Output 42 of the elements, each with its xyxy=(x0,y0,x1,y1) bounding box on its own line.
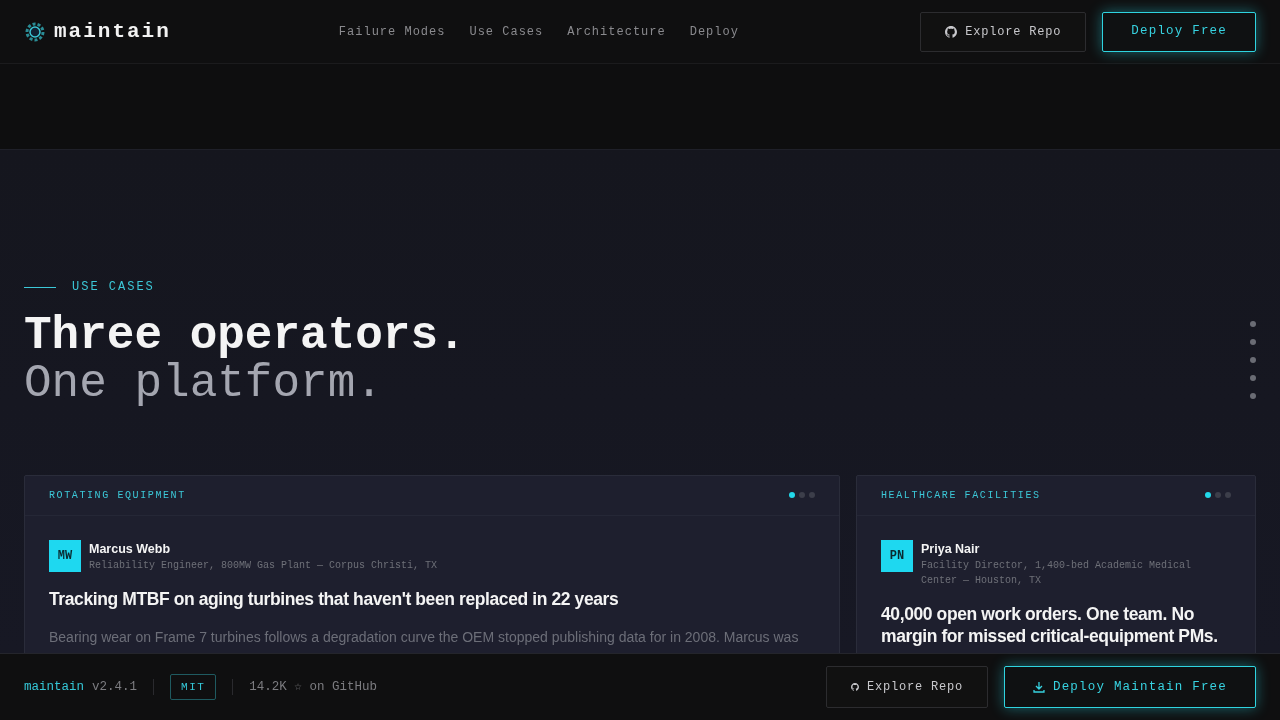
nav-link[interactable]: Use Cases xyxy=(469,22,544,41)
card-category: ROTATING EQUIPMENT xyxy=(49,488,186,503)
nav-dot[interactable] xyxy=(1250,339,1256,345)
nav-dot[interactable] xyxy=(1250,375,1256,381)
slide-dot[interactable] xyxy=(1225,492,1231,499)
person-name: Marcus Webb xyxy=(89,540,172,558)
slide-dot[interactable] xyxy=(1205,492,1211,499)
nav-dot[interactable] xyxy=(1250,321,1256,327)
slide-dot[interactable] xyxy=(799,492,805,499)
person-role: Facility Director, 1,400-bed Academic Medical Center — Houston, TX xyxy=(921,559,1193,589)
nav-link[interactable]: Failure Modes xyxy=(338,22,446,41)
license-tag: MIT xyxy=(170,673,217,701)
card-headline: Tracking MTBF on aging turbines that haven't been replaced in 22 years xyxy=(49,589,620,612)
card-category: HEALTHCARE FACILITIES xyxy=(881,488,1041,503)
deploy-button[interactable]: Deploy Free xyxy=(1102,11,1256,52)
footer-brand: maintain xyxy=(24,678,84,696)
version-label: v2.4.1 xyxy=(92,678,138,696)
section-title: Three operators. xyxy=(24,312,466,361)
gear-logo-icon xyxy=(24,20,46,43)
slide-dot[interactable] xyxy=(809,492,815,499)
nav-link[interactable]: Architecture xyxy=(567,22,666,41)
deploy-button[interactable]: Deploy Maintain Free xyxy=(1004,666,1256,708)
brand-name: maintain xyxy=(54,18,171,45)
nav-dot[interactable] xyxy=(1250,393,1256,399)
slide-dot[interactable] xyxy=(789,492,795,499)
download-icon xyxy=(1033,681,1045,693)
nav-link[interactable]: Deploy xyxy=(689,22,739,41)
card-headline: 40,000 open work orders. One team. No margin for missed critical-equipment PMs. xyxy=(881,604,1219,649)
section-subtitle: One platform. xyxy=(24,360,383,409)
github-icon xyxy=(851,681,859,693)
person-name: Priya Nair xyxy=(921,540,981,558)
nav-dot[interactable] xyxy=(1250,357,1256,363)
slide-dot[interactable] xyxy=(1215,492,1221,499)
github-stars: 14.2K ☆ on GitHub xyxy=(249,678,377,696)
avatar: MW xyxy=(49,539,81,572)
avatar: PN xyxy=(881,539,913,572)
explore-repo-button[interactable]: Explore Repo xyxy=(826,666,988,708)
section-eyebrow: USE CASES xyxy=(72,279,155,296)
person-role: Reliability Engineer, 800MW Gas Plant — Corpus Christi, TX xyxy=(89,559,438,574)
github-icon xyxy=(945,25,958,38)
card-text: Bearing wear on Frame 7 turbines follows a degradation curve the OEM stopped publishing data for in 2008. Marcus was xyxy=(49,628,800,648)
explore-repo-button[interactable]: Explore Repo xyxy=(920,11,1087,52)
